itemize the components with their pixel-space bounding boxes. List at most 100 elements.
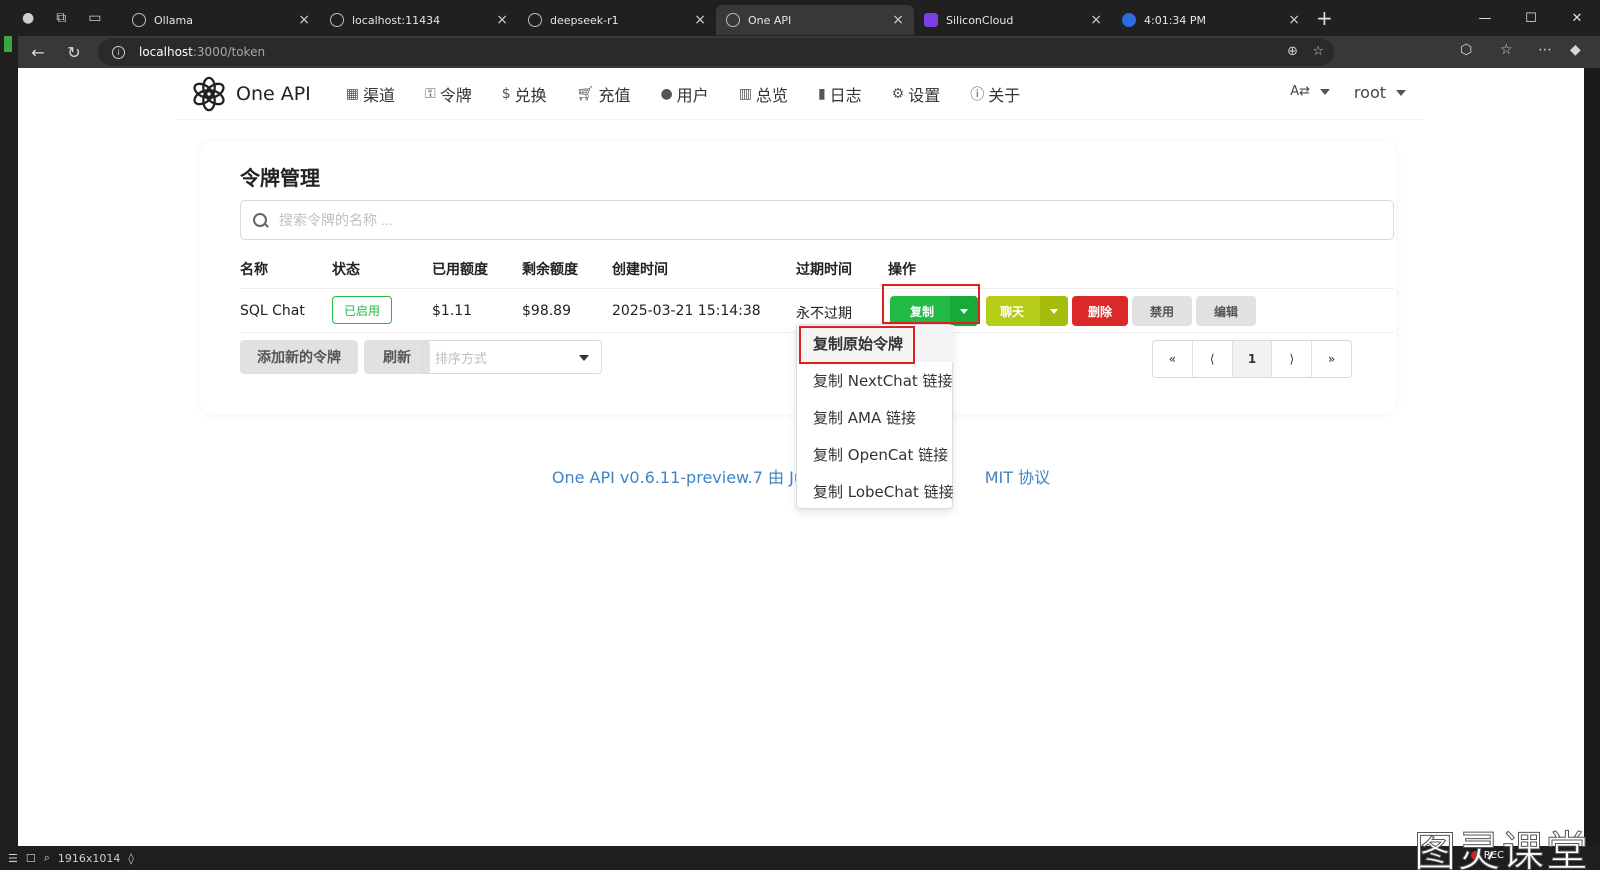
new-tab-icon[interactable]: + <box>1316 6 1333 30</box>
tab-one-api[interactable]: One API × <box>716 5 914 35</box>
watermark: 图灵课堂 <box>1413 827 1590 870</box>
footer-text[interactable]: One API v0.6.11-preview.7 由 JustS <box>552 468 829 487</box>
close-tab-icon[interactable]: × <box>1288 12 1300 28</box>
token-name: SQL Chat <box>240 303 305 319</box>
maximize-icon[interactable]: ☐ <box>1508 11 1554 26</box>
favorite-star-icon[interactable]: ☆ <box>1312 44 1324 59</box>
page-prev[interactable]: ⟨ <box>1193 341 1233 377</box>
disable-button[interactable]: 禁用 <box>1132 296 1192 326</box>
address-bar[interactable]: i localhost:3000/token ⊕ ☆ <box>98 38 1334 66</box>
window-icon[interactable]: ☐ <box>26 852 36 865</box>
zoom-region-icon[interactable]: ⌕ <box>44 851 50 865</box>
sitemap-icon: ▦ <box>345 85 360 102</box>
nav-users[interactable]: ● 用户 <box>645 82 723 106</box>
expire-time: 永不过期 <box>796 306 852 322</box>
back-icon[interactable]: ← <box>20 43 56 62</box>
close-tab-icon[interactable]: × <box>298 12 310 28</box>
nav-settings[interactable]: ⚙ 设置 <box>877 82 956 106</box>
profile-icon[interactable]: ● <box>22 10 34 26</box>
column-actions: 操作 <box>888 262 916 278</box>
chevron-down-icon <box>1396 89 1406 96</box>
user-icon: ● <box>660 85 673 102</box>
app-name: One API <box>236 82 311 105</box>
extensions-icon[interactable]: ⬡ <box>1460 42 1472 58</box>
chat-dropdown-toggle[interactable] <box>1040 296 1068 326</box>
nav-topup[interactable]: 🛒︎ 充值 <box>562 82 646 106</box>
tab-deepseek[interactable]: deepseek-r1 × <box>518 5 716 35</box>
nav-channels[interactable]: ▦ 渠道 <box>331 82 410 106</box>
info-icon: ⓘ <box>970 86 985 103</box>
app-logo[interactable]: One API <box>190 75 311 113</box>
edit-button[interactable]: 编辑 <box>1196 296 1256 326</box>
tab-siliconcloud[interactable]: SiliconCloud × <box>914 5 1112 35</box>
gear-icon: ⚙ <box>891 85 905 102</box>
column-status[interactable]: 状态 <box>332 259 360 279</box>
copy-opencat-link-item[interactable]: 复制 OpenCat 链接 <box>797 436 954 473</box>
tab-ollama[interactable]: Ollama × <box>122 5 320 35</box>
delete-button[interactable]: 删除 <box>1072 296 1128 326</box>
copy-lobechat-link-item[interactable]: 复制 LobeChat 链接 <box>797 473 954 510</box>
tab-actions-icon[interactable]: ▭ <box>88 10 101 26</box>
tab-localhost-11434[interactable]: localhost:11434 × <box>320 5 518 35</box>
minimize-icon[interactable]: — <box>1462 11 1508 26</box>
openai-logo-icon <box>193 76 225 111</box>
tab-clock[interactable]: 4:01:34 PM × <box>1112 5 1310 35</box>
language-switcher[interactable]: A⇄ <box>1290 84 1330 99</box>
footer-license-link[interactable]: MIT 协议 <box>985 468 1050 487</box>
book-icon: ▮ <box>817 85 826 102</box>
close-tab-icon[interactable]: × <box>1090 12 1102 28</box>
add-token-button[interactable]: 添加新的令牌 <box>240 340 358 374</box>
sort-select[interactable]: 排序方式 <box>422 340 602 374</box>
close-tab-icon[interactable]: × <box>694 12 706 28</box>
chat-button[interactable]: 聊天 <box>986 296 1068 326</box>
clock-favicon-icon <box>1122 13 1136 27</box>
workspaces-icon[interactable]: ⧉ <box>56 10 66 26</box>
window-controls: — ☐ ✕ <box>1462 0 1600 36</box>
siliconcloud-favicon-icon <box>924 13 938 27</box>
column-used-quota[interactable]: 已用额度 <box>432 259 488 279</box>
column-created-time[interactable]: 创建时间 <box>612 259 668 279</box>
globe-icon <box>330 13 344 27</box>
app-header: One API ▦ 渠道 ⚿ 令牌 $ 兑换 🛒︎ 充值 ● 用户 ▥ 总览 ▮ 日志 ⚙ 设置… <box>176 68 1422 120</box>
nav-tokens[interactable]: ⚿ 令牌 <box>410 82 487 106</box>
page-next[interactable]: ⟩ <box>1272 341 1313 377</box>
zoom-icon[interactable]: ⊕ <box>1287 44 1298 59</box>
nav-about[interactable]: ⓘ 关于 <box>955 82 1035 106</box>
page-current[interactable]: 1 <box>1232 341 1273 377</box>
key-icon: ⚿ <box>425 85 436 102</box>
search-input[interactable] <box>279 212 1393 228</box>
created-time: 2025-03-21 15:14:38 <box>612 303 761 319</box>
copy-ama-link-item[interactable]: 复制 AMA 链接 <box>797 399 954 436</box>
search-box[interactable] <box>240 200 1394 240</box>
resolution-readout: 1916x1014 <box>57 851 121 865</box>
column-remaining-quota[interactable]: 剩余额度 <box>522 259 578 279</box>
user-menu[interactable]: root <box>1354 83 1406 102</box>
copy-nextchat-link-item[interactable]: 复制 NextChat 链接 <box>797 362 954 399</box>
refresh-button[interactable]: 刷新 <box>364 340 430 374</box>
column-name[interactable]: 名称 <box>240 259 268 279</box>
nav-logs[interactable]: ▮ 日志 <box>803 82 877 106</box>
close-tab-icon[interactable]: × <box>496 12 508 28</box>
close-tab-icon[interactable]: × <box>892 12 904 28</box>
translate-icon: A⇄ <box>1290 84 1310 99</box>
close-window-icon[interactable]: ✕ <box>1554 11 1600 26</box>
table-header: 名称 状态 已用额度 剩余额度 创建时间 过期时间 操作 <box>240 245 1394 289</box>
page-last[interactable]: » <box>1312 341 1351 377</box>
search-icon <box>253 213 267 227</box>
column-expire-time[interactable]: 过期时间 <box>796 259 852 279</box>
nav-redeem[interactable]: $ 兑换 <box>487 82 562 106</box>
reload-icon[interactable]: ↻ <box>56 43 92 62</box>
copy-raw-token-highlight <box>799 326 915 364</box>
tab-bar-left-controls: ● ⧉ ▭ <box>0 10 122 26</box>
menu-icon[interactable]: ☰ <box>8 852 18 865</box>
copilot-icon[interactable]: ◆ <box>1570 42 1581 58</box>
used-quota: $1.11 <box>432 303 473 319</box>
main-nav: ▦ 渠道 ⚿ 令牌 $ 兑换 🛒︎ 充值 ● 用户 ▥ 总览 ▮ 日志 ⚙ 设置 ⓘ 关于 <box>331 82 1035 106</box>
favorites-icon[interactable]: ☆ <box>1500 42 1513 58</box>
nav-overview[interactable]: ▥ 总览 <box>724 82 803 106</box>
site-info-icon[interactable]: i <box>112 45 125 59</box>
more-menu-icon[interactable]: ⋯ <box>1538 42 1552 58</box>
browser-tab-bar: ● ⧉ ▭ Ollama × localhost:11434 × deepsee… <box>0 0 1600 36</box>
page-first[interactable]: « <box>1153 341 1193 377</box>
openai-favicon-icon <box>726 13 740 27</box>
